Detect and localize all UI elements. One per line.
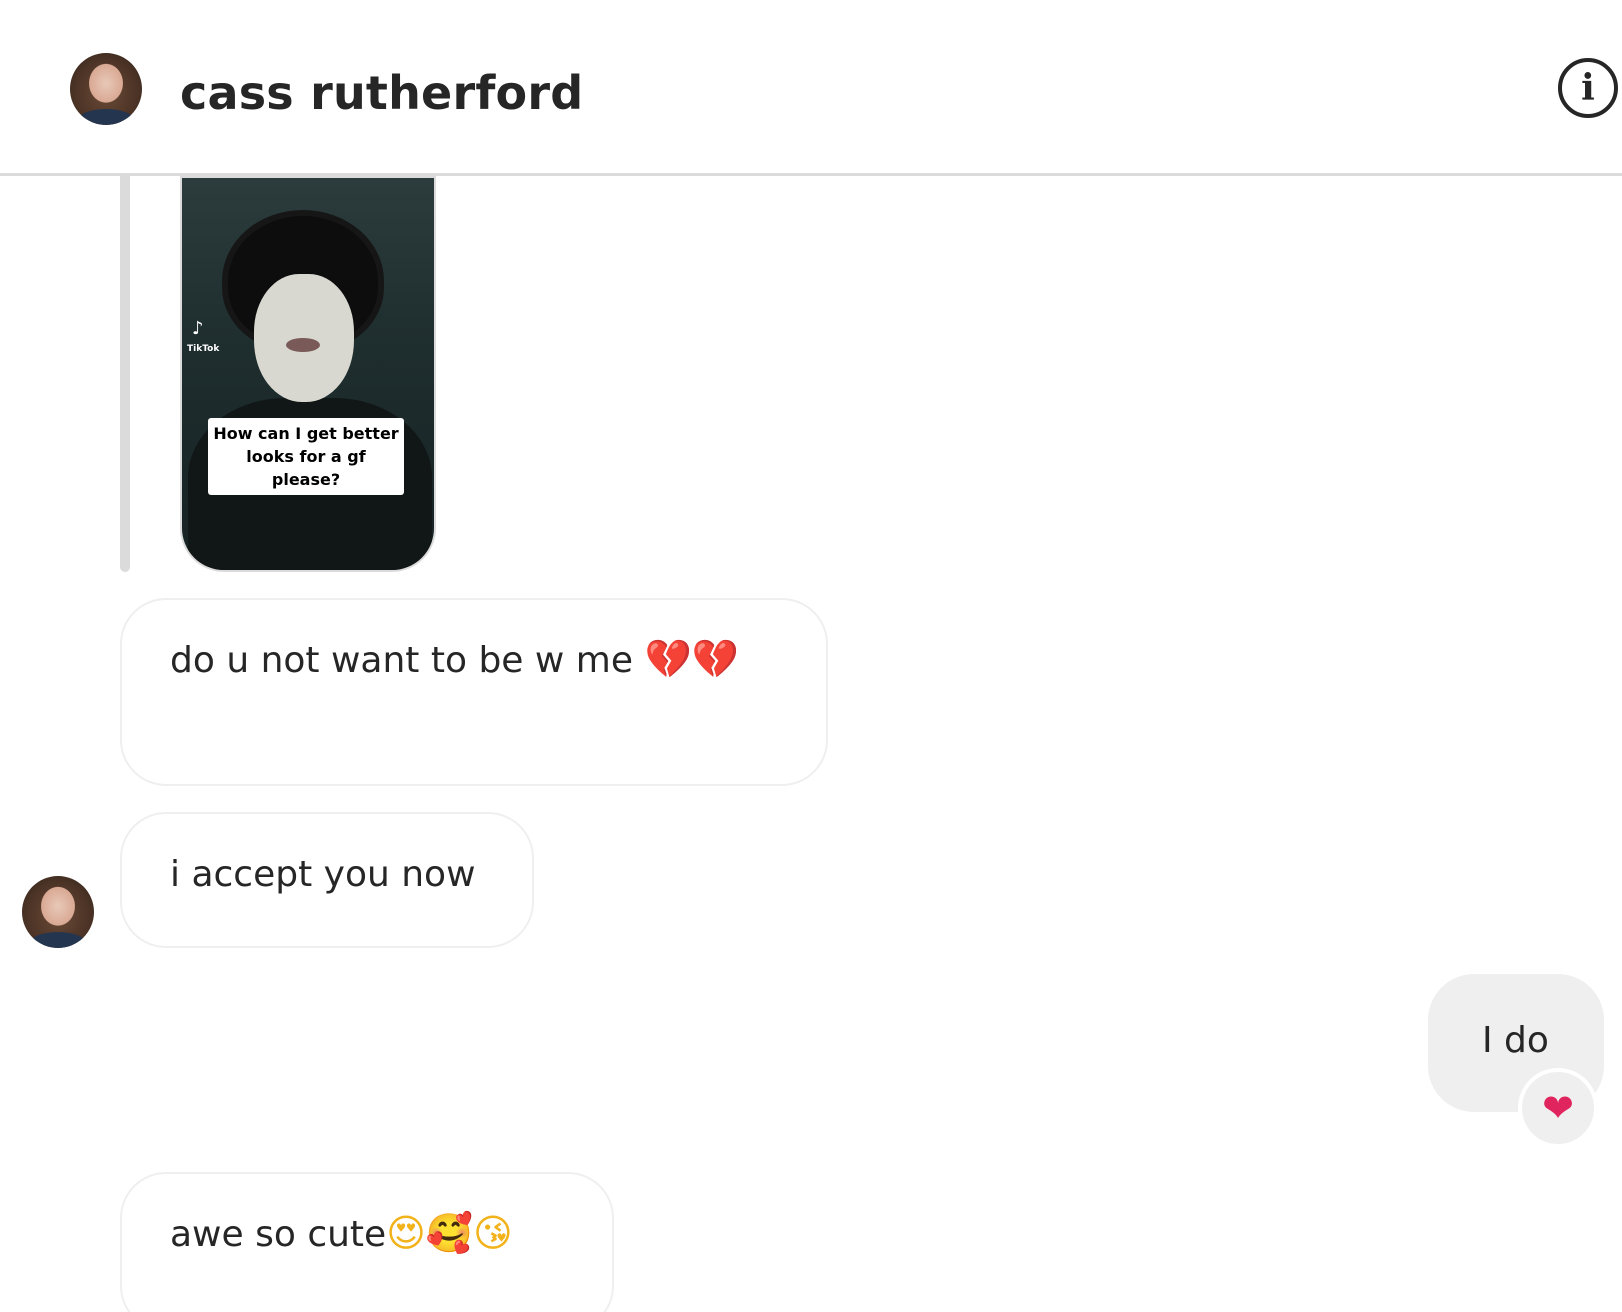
tiktok-logo-icon: ♪ [192,318,204,339]
message-text: awe so cute [170,1214,387,1255]
video-person-lips [286,338,320,352]
message-bubble[interactable]: i accept you now [120,812,534,948]
chat-window: cass rutherford i ♪ TikTok How can I get… [0,0,1622,1312]
chat-header: cass rutherford i [0,0,1622,176]
heart-icon[interactable]: ❤ [1518,1068,1598,1148]
message-text: do u not want to be w me [170,640,633,681]
message-bubble[interactable]: awe so cute😍🥰😘 [120,1172,614,1312]
reply-indicator-bar [120,176,130,572]
tiktok-label: TikTok [187,344,220,354]
smiley-emojis-icon: 😍🥰😘 [386,1211,513,1255]
message-bubble[interactable]: do u not want to be w me 💔💔 [120,598,828,786]
broken-heart-icon: 💔💔 [644,637,740,681]
video-caption: How can I get better looks for a gf plea… [208,418,404,495]
message-text: i accept you now [170,854,476,895]
sender-avatar[interactable] [22,876,94,948]
shared-tiktok-video[interactable]: ♪ TikTok How can I get better looks for … [180,176,436,572]
info-icon[interactable]: i [1558,58,1618,118]
contact-avatar[interactable] [70,53,142,125]
message-text: I do [1482,1020,1549,1061]
contact-name[interactable]: cass rutherford [180,62,583,124]
